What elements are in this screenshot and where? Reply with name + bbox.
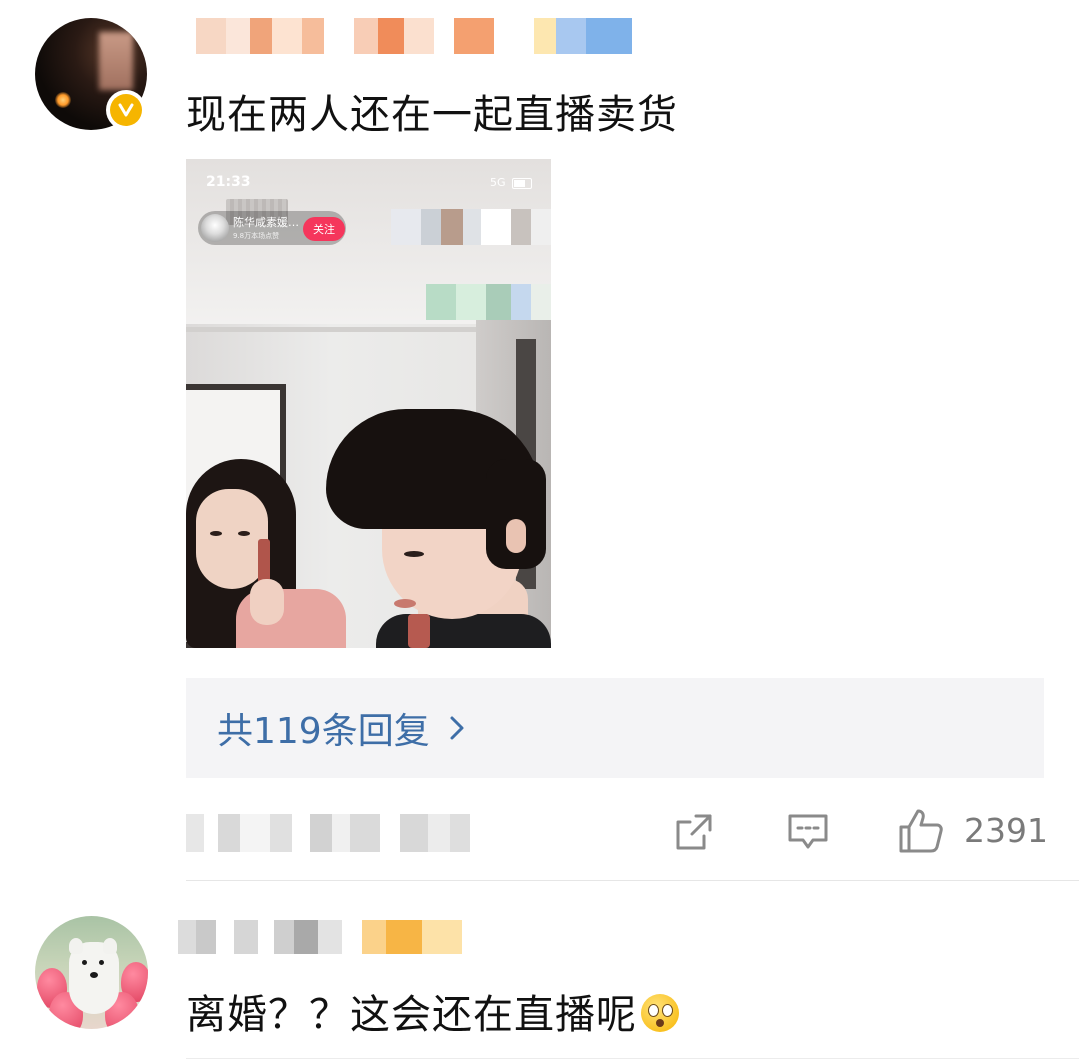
status-network: 5G [490,176,506,189]
thumbs-up-icon[interactable] [896,806,946,856]
battery-icon [512,178,532,189]
status-time: 21:33 [206,174,251,190]
astonished-emoji-icon [641,994,679,1032]
comment-image[interactable]: 21:33 5G 陈华咸素媛… 9.8万本场点赞 关注 [186,159,551,648]
divider [186,1058,1079,1059]
comment-text: 离婚？？这会还在直播呢 [186,982,679,1040]
replies-label: 共119条回复 [217,711,430,752]
divider [186,880,1079,881]
redacted-overlay [426,284,551,320]
chevron-right-icon [448,714,466,742]
username-redacted[interactable] [178,920,488,954]
username-redacted[interactable] [196,18,656,54]
follow-button: 关注 [303,217,345,241]
comment-text: 现在两人还在一起直播卖货 [186,92,678,138]
view-replies-button[interactable]: 共119条回复 [186,678,1044,778]
host-name: 陈华咸素媛… [233,216,299,229]
comment-icon[interactable] [786,810,830,854]
host-avatar [201,214,229,242]
host-stats: 9.8万本场点赞 [233,232,280,240]
share-icon[interactable] [672,810,716,854]
like-count: 2391 [964,811,1048,850]
redacted-overlay [391,209,551,245]
timestamp-redacted [186,814,491,852]
verified-v-icon [106,90,146,130]
comment-text-body: 离婚？？这会还在直播呢 [186,992,637,1038]
avatar[interactable] [35,916,148,1029]
